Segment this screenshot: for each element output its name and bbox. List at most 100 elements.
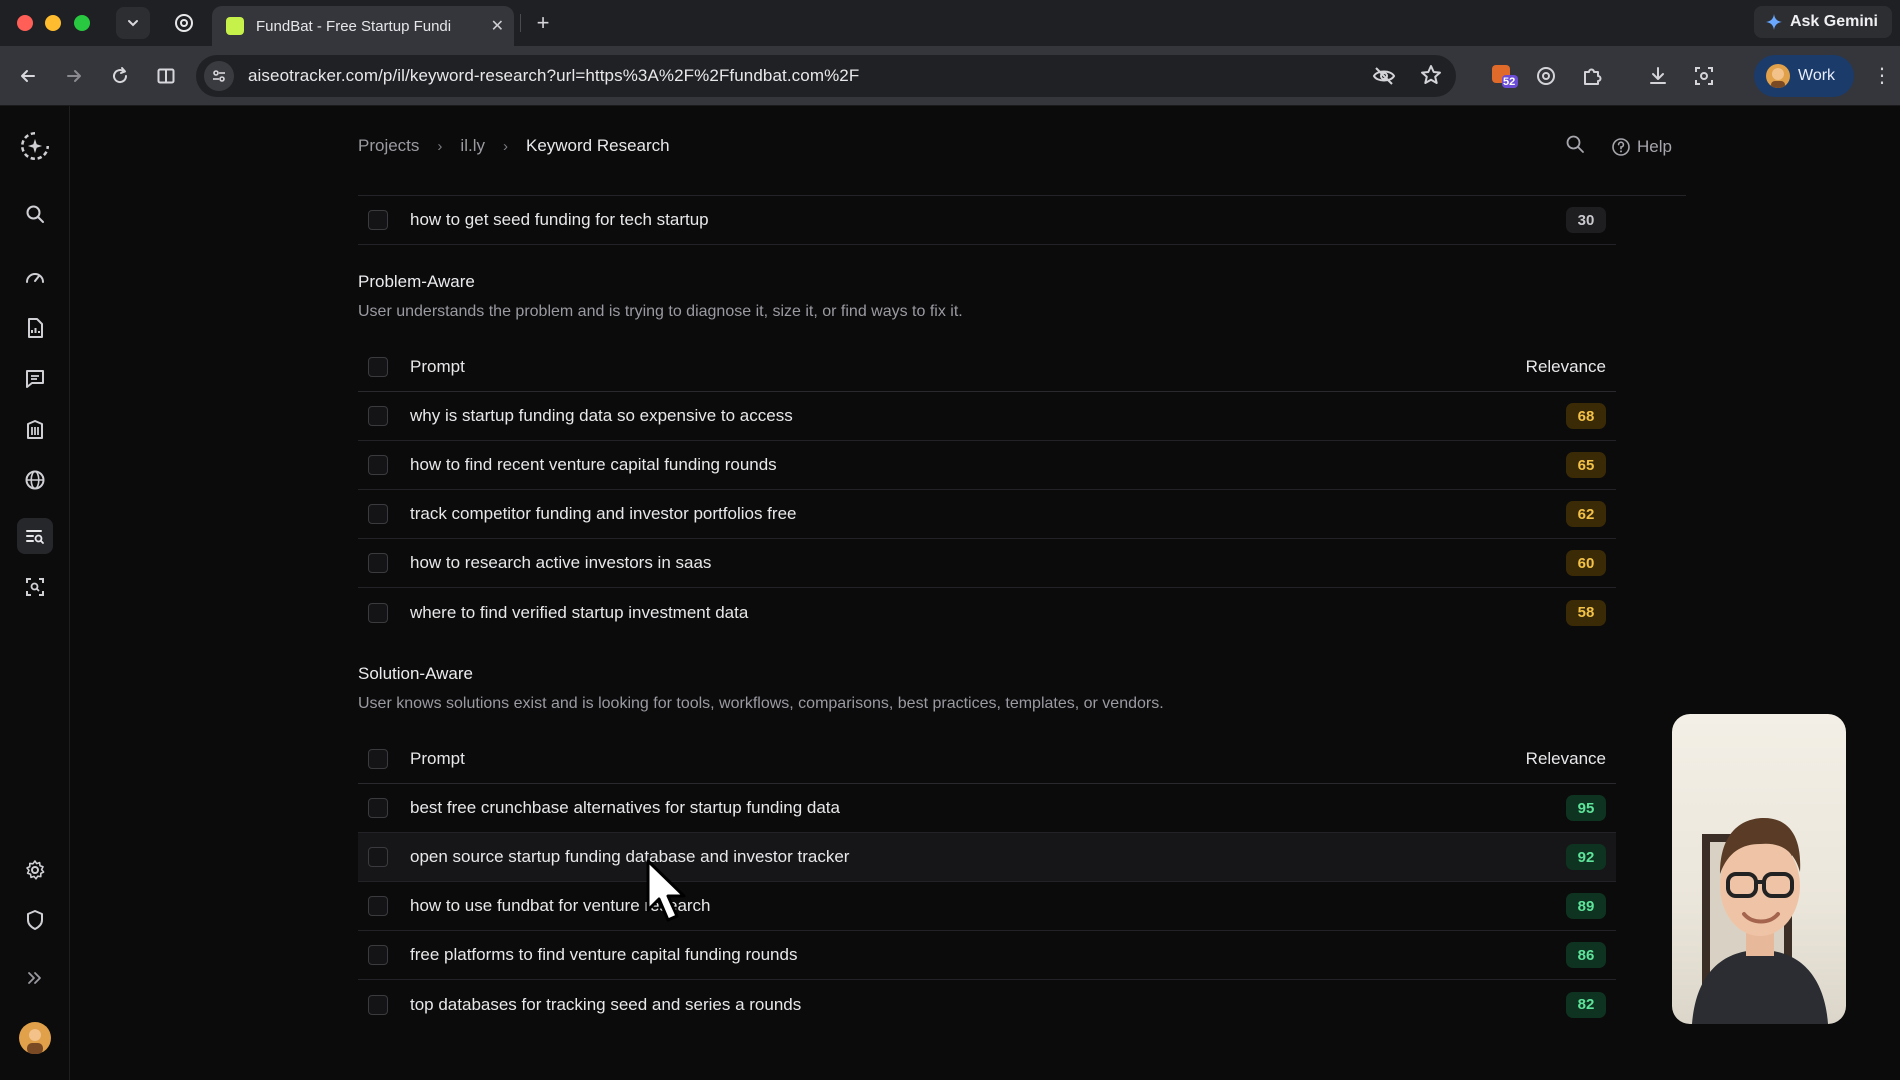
search-icon [26,205,44,223]
breadcrumb-separator-icon: › [502,137,508,155]
sidebar-item-scan[interactable] [17,569,53,605]
breadcrumb-project[interactable]: il.ly [460,136,485,156]
row-checkbox[interactable] [368,798,388,818]
relevance-badge: 65 [1566,452,1606,478]
arrow-left-icon [21,70,35,82]
breadcrumb-projects[interactable]: Projects [358,136,419,156]
relevance-badge: 82 [1566,991,1606,1018]
relevance-badge: 92 [1566,844,1606,870]
column-header-relevance[interactable]: Relevance [1526,357,1606,377]
avatar-face-icon [1771,68,1785,88]
window-close-button[interactable] [17,15,33,31]
sidebar-item-settings[interactable] [17,852,53,888]
row-checkbox[interactable] [368,406,388,426]
prompt-text: where to find verified startup investmen… [410,602,749,622]
extension-badge: 52 [1503,76,1516,88]
ask-gemini-button[interactable]: Ask Gemini [1753,6,1892,38]
prompt-text: how to research active investors in saas [410,553,712,572]
back-button[interactable] [14,62,42,90]
split-view-button[interactable] [152,62,180,90]
select-all-checkbox[interactable] [368,357,388,377]
url-text[interactable]: aiseotracker.com/p/il/keyword-research?u… [248,66,859,86]
list-search-icon [26,530,44,544]
download-icon [1650,67,1666,84]
sidebar-item-dashboard[interactable] [17,260,53,296]
prompt-text: free platforms to find venture capital f… [410,945,798,964]
table-row[interactable]: where to find verified startup investmen… [358,588,1616,637]
table-row[interactable]: how to research active investors in saas… [358,539,1616,588]
building-icon [27,420,43,439]
site-info-button[interactable] [204,61,234,91]
browser-menu-button[interactable]: ⋮ [1872,62,1892,90]
table-row[interactable]: how to find recent venture capital fundi… [358,441,1616,490]
webcam-overlay [1672,714,1846,1024]
downloads-button[interactable] [1644,62,1672,90]
sidebar-item-messages[interactable] [17,361,53,397]
breadcrumb: Projects › il.ly › Keyword Research [358,136,670,156]
sidebar-item-security[interactable] [17,902,53,938]
tab-search-button[interactable] [116,7,150,39]
row-checkbox[interactable] [368,553,388,573]
section-description: User knows solutions exist and is lookin… [358,695,1164,712]
openai-icon [1537,67,1555,85]
gemini-sparkle-icon [1765,14,1782,30]
address-bar[interactable]: aiseotracker.com/p/il/keyword-research?u… [196,55,1456,97]
extensions-button[interactable] [1578,62,1606,90]
sidebar-item-companies[interactable] [17,411,53,447]
prompt-text: best free crunchbase alternatives for st… [410,798,840,817]
row-checkbox[interactable] [368,504,388,524]
sidebar-user-avatar[interactable] [17,1020,53,1056]
extension-openai-button[interactable] [1532,62,1560,90]
breadcrumb-separator-icon: › [437,137,443,155]
table-row[interactable]: how to use fundbat for venture research … [358,882,1616,931]
tab-close-icon[interactable]: ✕ [491,16,504,36]
breadcrumb-current: Keyword Research [525,136,670,155]
sidebar-item-web[interactable] [17,462,53,498]
table-row[interactable]: free platforms to find venture capital f… [358,931,1616,980]
browser-tab-active[interactable]: FundBat - Free Startup Fundi ✕ [212,6,514,46]
sidebar-item-reports[interactable] [17,310,53,346]
table-row[interactable]: open source startup funding database and… [358,833,1616,882]
sidebar-item-search[interactable] [17,196,53,232]
lens-button[interactable] [1690,62,1718,90]
new-tab-button[interactable]: + [528,8,558,38]
row-checkbox[interactable] [368,210,388,230]
sidebar-item-keyword-research[interactable] [17,518,53,554]
split-view-icon [157,68,175,84]
header-search-button[interactable] [1565,134,1585,159]
table-row[interactable]: why is startup funding data so expensive… [358,392,1616,441]
prompt-table: Prompt Relevance best free crunchbase al… [358,735,1616,1029]
window-minimize-button[interactable] [45,15,61,31]
table-row[interactable]: track competitor funding and investor po… [358,490,1616,539]
prompt-text: how to find recent venture capital fundi… [410,455,777,474]
column-header-relevance[interactable]: Relevance [1526,749,1606,769]
eye-off-icon[interactable] [1372,64,1396,88]
pinned-tab-openai[interactable] [166,6,202,40]
table-row[interactable]: best free crunchbase alternatives for st… [358,784,1616,833]
window-zoom-button[interactable] [74,15,90,31]
reload-button[interactable] [106,62,134,90]
extension-tracker-button[interactable]: 52 [1490,62,1518,90]
sidebar-expand-button[interactable] [17,960,53,996]
section-title: Problem-Aware [358,272,475,291]
relevance-badge: 58 [1566,599,1606,626]
star-icon[interactable] [1420,64,1442,86]
section-problem-aware: Problem-Aware User understands the probl… [358,272,1616,637]
forward-button[interactable] [60,62,88,90]
table-row[interactable]: how to get seed funding for tech startup… [358,196,1616,245]
row-checkbox[interactable] [368,994,388,1015]
row-checkbox[interactable] [368,455,388,475]
chevrons-right-icon [28,972,41,984]
profile-button[interactable]: Work [1754,55,1854,97]
screenshot-icon [1695,67,1713,85]
app-logo[interactable] [15,126,55,166]
relevance-badge: 95 [1566,795,1606,821]
table-row[interactable]: top databases for tracking seed and seri… [358,980,1616,1029]
address-bar-actions [1372,64,1442,88]
help-button[interactable]: Help [1611,137,1672,157]
row-checkbox[interactable] [368,602,388,623]
row-checkbox[interactable] [368,945,388,965]
select-all-checkbox[interactable] [368,749,388,769]
row-checkbox[interactable] [368,847,388,867]
row-checkbox[interactable] [368,896,388,916]
